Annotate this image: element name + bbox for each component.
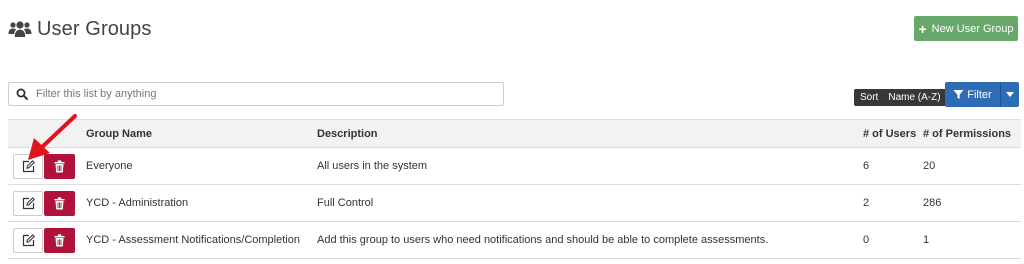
plus-icon: + xyxy=(918,20,927,37)
edit-icon xyxy=(22,159,35,172)
table-header-row: Group Name Description # of Users # of P… xyxy=(8,119,1021,148)
row-actions xyxy=(8,147,86,185)
users-count-cell: 2 xyxy=(863,184,923,222)
permissions-count-cell: 286 xyxy=(923,184,1021,222)
page-header: User Groups xyxy=(8,14,151,44)
users-count-cell: 6 xyxy=(863,147,923,185)
trash-icon xyxy=(54,196,65,209)
description-cell: Full Control xyxy=(317,184,863,222)
edit-icon xyxy=(22,233,35,246)
users-count-column-header[interactable]: # of Users xyxy=(863,119,923,148)
edit-button[interactable] xyxy=(13,190,43,216)
new-user-group-label: New User Group xyxy=(931,22,1014,35)
sort-label: Sort xyxy=(860,92,879,103)
filter-dropdown-toggle[interactable] xyxy=(1000,82,1019,107)
users-icon xyxy=(8,21,32,37)
filter-search-box[interactable] xyxy=(8,82,504,106)
sort-indicator[interactable]: Sort Name (A-Z) xyxy=(854,89,947,106)
description-column-header[interactable]: Description xyxy=(317,119,863,148)
search-icon xyxy=(16,88,28,100)
search-input[interactable] xyxy=(34,87,503,101)
group-name-cell: YCD - Administration xyxy=(86,184,317,222)
caret-down-icon xyxy=(1006,92,1014,97)
filter-label: Filter xyxy=(967,88,992,101)
filter-button[interactable]: Filter xyxy=(945,82,1000,107)
table-row: YCD - Administration Full Control 2 286 xyxy=(8,184,1021,222)
permissions-count-column-header[interactable]: # of Permissions xyxy=(923,119,1021,148)
group-name-cell: Everyone xyxy=(86,147,317,185)
user-groups-table: Group Name Description # of Users # of P… xyxy=(8,119,1021,259)
filter-funnel-icon xyxy=(953,90,964,99)
trash-icon xyxy=(54,233,65,246)
description-cell: All users in the system xyxy=(317,147,863,185)
sort-value: Name (A-Z) xyxy=(888,92,941,103)
group-name-column-header[interactable]: Group Name xyxy=(86,119,317,148)
delete-button[interactable] xyxy=(44,227,75,253)
table-row: YCD - Assessment Notifications/Completio… xyxy=(8,221,1021,259)
permissions-count-cell: 1 xyxy=(923,221,1021,259)
permissions-count-cell: 20 xyxy=(923,147,1021,185)
new-user-group-button[interactable]: + New User Group xyxy=(914,16,1018,41)
description-cell: Add this group to users who need notific… xyxy=(317,221,863,259)
delete-button[interactable] xyxy=(44,190,75,216)
group-name-cell: YCD - Assessment Notifications/Completio… xyxy=(86,221,317,259)
trash-icon xyxy=(54,159,65,172)
table-row: Everyone All users in the system 6 20 xyxy=(8,147,1021,185)
edit-icon xyxy=(22,196,35,209)
page-title: User Groups xyxy=(37,17,152,40)
users-count-cell: 0 xyxy=(863,221,923,259)
edit-button[interactable] xyxy=(13,227,43,253)
actions-column-header xyxy=(8,119,86,148)
row-actions xyxy=(8,184,86,222)
row-actions xyxy=(8,221,86,259)
delete-button[interactable] xyxy=(44,153,75,179)
filter-button-group: Filter xyxy=(945,82,1019,107)
edit-button[interactable] xyxy=(13,153,43,179)
